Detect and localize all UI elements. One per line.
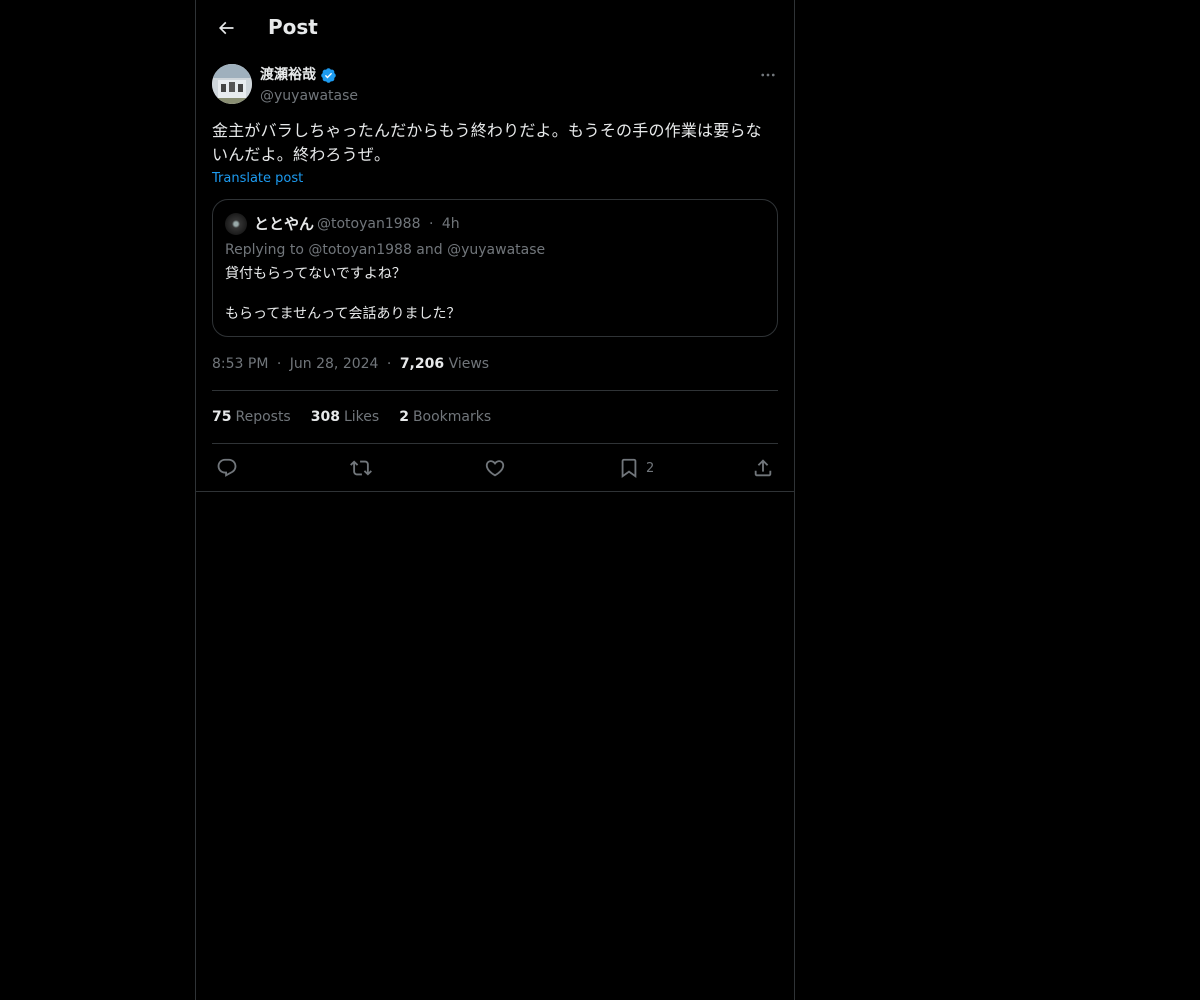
like-button[interactable] — [484, 454, 506, 482]
bookmarks-stat[interactable]: 2 Bookmarks — [399, 407, 491, 427]
quoted-meta: @totoyan1988 · 4h — [317, 214, 460, 234]
likes-count: 308 — [310, 409, 340, 425]
views-count: 7,206 — [399, 356, 445, 372]
avatar-image — [212, 64, 252, 104]
post-text: 金主がバラしちゃったんだからもう終わりだよ。もうその手の作業は要らないんだよ。終… — [212, 121, 762, 164]
reposts-count: 75 — [212, 409, 232, 425]
author-name[interactable]: 渡瀬裕哉 — [260, 65, 337, 85]
post-time[interactable]: 8:53 PM — [212, 356, 268, 372]
author-handle[interactable]: @yuyawatase — [260, 86, 358, 106]
share-button[interactable] — [752, 454, 774, 482]
quoted-post-time[interactable]: 4h — [442, 216, 460, 232]
quoted-text-line-1: 貸付もらってないですよね？ — [225, 266, 406, 282]
quoted-meta-separator: · — [428, 216, 434, 232]
back-button[interactable] — [208, 10, 244, 46]
divider — [212, 390, 778, 391]
repost-icon — [350, 460, 372, 476]
post-date[interactable]: Jun 28, 2024 — [290, 356, 379, 372]
meta-separator: · — [276, 356, 282, 372]
quoted-author-handle[interactable]: @totoyan1988 — [317, 216, 420, 232]
likes-stat[interactable]: 308 Likes — [311, 407, 379, 427]
verified-badge-icon — [321, 67, 336, 83]
reposts-stat[interactable]: 75 Reposts — [212, 407, 291, 427]
author-avatar[interactable] — [212, 64, 252, 104]
divider — [212, 443, 778, 444]
post-timestamp-row: 8:53 PM · Jun 28, 2024 · 7,206 Views — [212, 354, 489, 374]
quoted-avatar[interactable] — [225, 213, 247, 235]
more-options-button[interactable] — [752, 62, 784, 88]
bookmark-count: 2 — [646, 460, 655, 476]
post-bottom-border — [196, 491, 794, 492]
bookmarks-label: Bookmarks — [412, 409, 492, 425]
quoted-post-card[interactable]: ととやん @totoyan1988 · 4h Replying to @toto… — [212, 199, 778, 337]
reply-icon — [217, 458, 237, 477]
share-icon — [754, 459, 772, 477]
quoted-replying-to: Replying to @totoyan1988 and @yuyawatase — [225, 242, 546, 258]
more-icon — [761, 73, 775, 77]
translate-post-link[interactable]: Translate post — [212, 170, 303, 188]
post-header: Post — [196, 0, 794, 55]
bookmark-button[interactable]: 2 — [618, 454, 654, 482]
views-label: Views — [448, 356, 490, 372]
reply-button[interactable] — [216, 454, 238, 482]
repost-button[interactable] — [350, 454, 372, 482]
meta-separator: · — [386, 356, 392, 372]
likes-label: Likes — [343, 409, 380, 425]
page-title: Post — [268, 15, 318, 39]
engagement-stats: 75 Reposts 308 Likes 2 Bookmarks — [212, 407, 491, 427]
like-icon — [485, 460, 505, 477]
bookmarks-count: 2 — [399, 409, 409, 425]
quoted-author-name[interactable]: ととやん — [254, 213, 314, 235]
post-column: Post 渡瀬裕哉 @yuyawatase 金主がバラしちゃったんだからもう終わ… — [195, 0, 795, 1000]
author-name-text[interactable]: 渡瀬裕哉 — [260, 65, 316, 85]
back-arrow-icon — [218, 21, 234, 35]
reposts-label: Reposts — [235, 409, 291, 425]
quoted-text-line-2: もらってませんって会話ありました？ — [225, 306, 461, 322]
bookmark-icon — [621, 458, 637, 479]
